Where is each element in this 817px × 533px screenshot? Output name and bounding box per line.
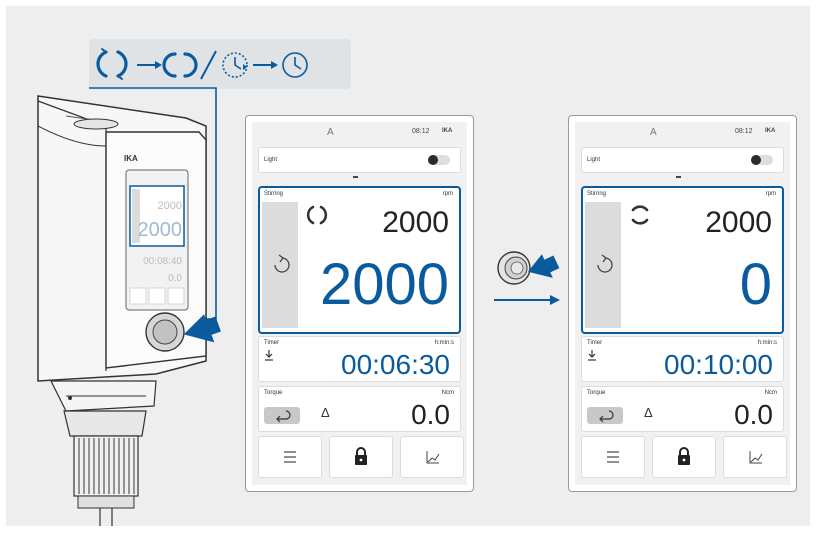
timer-value: 00:10:00 <box>664 349 773 380</box>
stirring-card[interactable]: Stirring rpm 2000 2000 <box>258 186 461 334</box>
stirring-side-panel[interactable] <box>262 202 298 328</box>
lock-button[interactable] <box>329 436 393 478</box>
delta-icon: Δ <box>321 405 330 420</box>
graph-button[interactable] <box>400 436 464 478</box>
torque-label: Torque <box>264 390 283 396</box>
lock-button[interactable] <box>652 436 716 478</box>
status-letter: A <box>327 127 334 138</box>
page-indicator <box>353 176 358 178</box>
svg-text:2000: 2000 <box>158 200 182 212</box>
torque-reset-button[interactable] <box>587 407 623 424</box>
lock-icon <box>678 447 690 465</box>
stirring-side-panel[interactable] <box>585 202 621 328</box>
torque-card[interactable]: Torque Ncm Δ 0.0 <box>258 386 461 432</box>
stirring-set-value: 2000 <box>705 206 772 239</box>
timer-label: Timer <box>587 340 603 346</box>
stirring-set-value: 2000 <box>382 206 449 239</box>
lock-icon <box>355 447 367 465</box>
knob-press-icon <box>497 251 560 285</box>
status-time: 08:12 <box>735 128 753 135</box>
torque-unit: Ncm <box>441 390 454 396</box>
graph-icon <box>426 451 440 464</box>
screen-body: A 08:12 IKA Light Stirring rpm <box>252 122 467 485</box>
light-card[interactable]: Light <box>258 147 461 173</box>
status-logo: IKA <box>442 128 453 134</box>
light-label: Light <box>587 157 601 163</box>
bottom-button-row <box>258 436 464 480</box>
screen-before: A 08:12 IKA Light Stirring rpm 2000 2000… <box>245 115 474 492</box>
arrow-right-icon <box>494 295 560 305</box>
light-label: Light <box>264 157 278 163</box>
torque-label: Torque <box>587 390 606 396</box>
device-illustration: IKA 2000 2000 00:08:40 0.0 <box>37 95 221 526</box>
timer-down-icon <box>265 350 273 361</box>
menu-icon <box>607 451 619 463</box>
status-letter: A <box>650 127 657 138</box>
stirring-actual-value: 2000 <box>319 252 449 317</box>
return-icon <box>599 410 614 423</box>
svg-text:00:08:40: 00:08:40 <box>143 256 182 267</box>
delta-icon: Δ <box>644 405 653 420</box>
stirring-label: Stirring <box>264 191 284 197</box>
stirring-card[interactable]: Stirring rpm 2000 0 <box>581 186 784 334</box>
timer-card[interactable]: Timer h:min:s 00:06:30 <box>258 336 461 382</box>
timer-card[interactable]: Timer h:min:s 00:10:00 <box>581 336 784 382</box>
svg-text:2000: 2000 <box>138 219 183 241</box>
torque-reset-button[interactable] <box>264 407 300 424</box>
timer-label: Timer <box>264 340 280 346</box>
stirring-label: Stirring <box>587 191 607 197</box>
status-logo: IKA <box>765 128 776 134</box>
return-icon <box>276 410 291 423</box>
light-toggle[interactable] <box>751 155 773 165</box>
stirring-active-icon <box>306 205 328 225</box>
diagram-canvas: IKA 2000 2000 00:08:40 0.0 A 08:12 IKA L… <box>6 6 810 526</box>
menu-button[interactable] <box>258 436 322 478</box>
menu-button[interactable] <box>581 436 645 478</box>
torque-value: 0.0 <box>411 399 450 430</box>
graph-icon <box>749 451 763 464</box>
rotation-direction-icon <box>274 254 290 273</box>
device-brand: IKA <box>124 154 138 163</box>
timer-down-icon <box>588 350 596 361</box>
status-time: 08:12 <box>412 128 430 135</box>
timer-unit: h:min:s <box>434 340 454 346</box>
torque-unit: Ncm <box>764 390 777 396</box>
knob-press-transition <box>494 251 560 305</box>
timer-unit: h:min:s <box>757 340 777 346</box>
light-card[interactable]: Light <box>581 147 784 173</box>
torque-value: 0.0 <box>734 399 773 430</box>
stirring-unit: rpm <box>765 191 776 197</box>
bottom-button-row <box>581 436 787 480</box>
screen-after: A 08:12 IKA Light Stirring rpm 2000 0 Ti… <box>568 115 797 492</box>
rotation-direction-icon <box>597 254 613 273</box>
page-indicator <box>676 176 681 178</box>
svg-text:0.0: 0.0 <box>168 273 182 284</box>
stirring-ramp-icon <box>631 205 649 225</box>
torque-card[interactable]: Torque Ncm Δ 0.0 <box>581 386 784 432</box>
menu-icon <box>284 451 296 463</box>
graph-button[interactable] <box>723 436 787 478</box>
screen-body: A 08:12 IKA Light Stirring rpm <box>575 122 790 485</box>
timer-value: 00:06:30 <box>341 349 450 380</box>
stirring-unit: rpm <box>442 191 453 197</box>
stirring-actual-value: 0 <box>739 252 772 317</box>
light-toggle[interactable] <box>428 155 450 165</box>
